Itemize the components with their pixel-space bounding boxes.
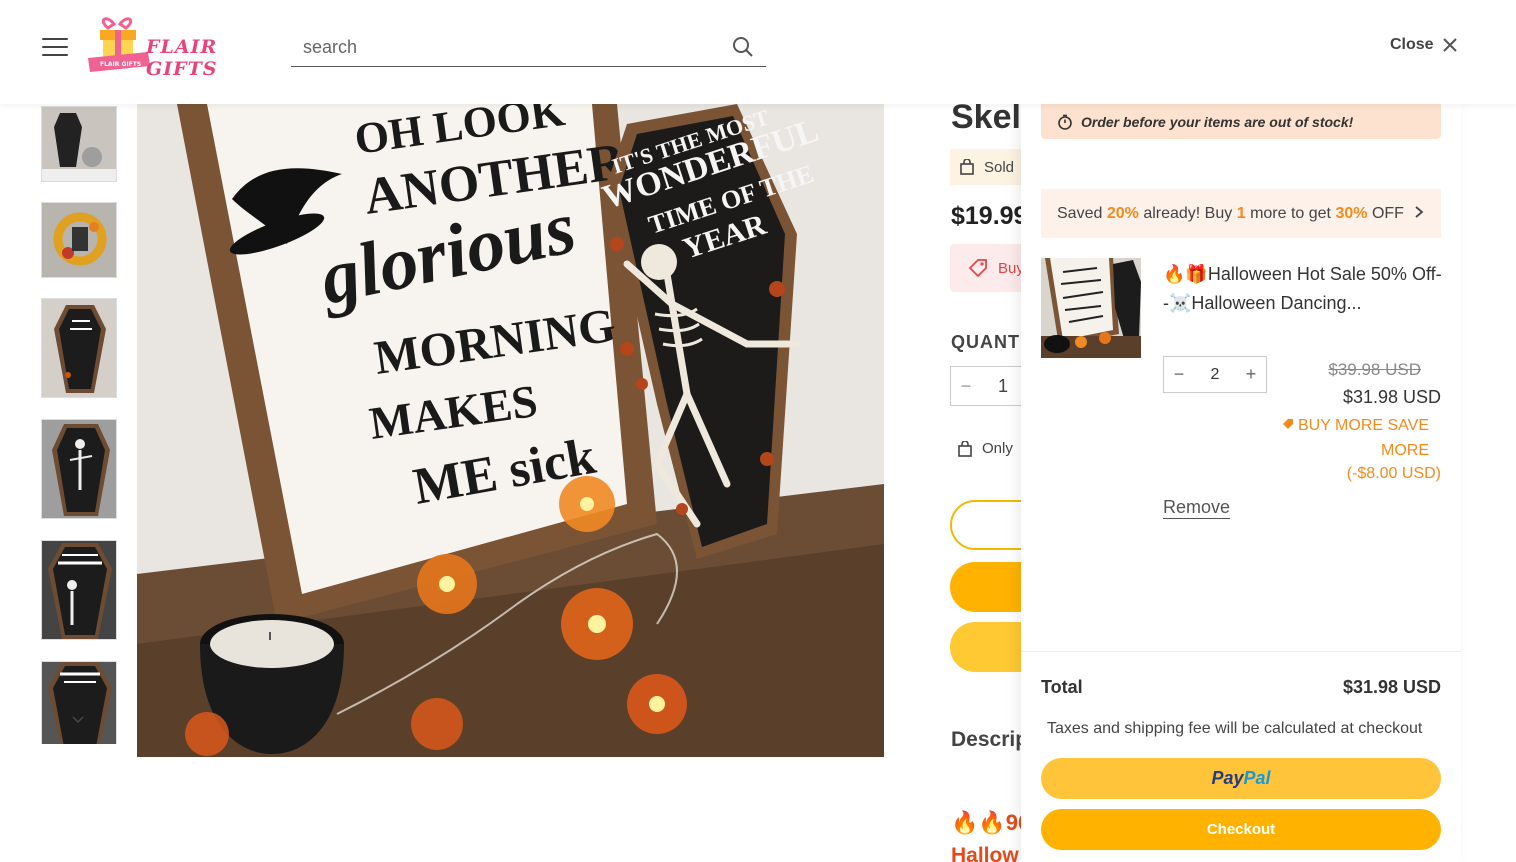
cart-quantity-decrease-button[interactable]: − xyxy=(1164,364,1194,385)
paypal-logo-part-2: Pal xyxy=(1243,768,1271,788)
cart-item-thumbnail xyxy=(1041,258,1141,358)
quantity-stepper: − 1 xyxy=(950,366,1030,406)
svg-text:FLAIR GIFTS: FLAIR GIFTS xyxy=(100,61,141,68)
close-icon xyxy=(1442,38,1457,52)
add-to-cart-button[interactable] xyxy=(950,500,1030,550)
cart-item-discount: (-$8.00 USD) xyxy=(1346,465,1441,482)
saved-suffix: OFF xyxy=(1371,204,1404,222)
chevron-down-icon[interactable] xyxy=(70,714,86,726)
thumbnail-4[interactable] xyxy=(41,419,117,519)
express-checkout-button[interactable] xyxy=(950,622,1030,672)
description-promo-line: 🔥🔥96 xyxy=(951,810,1030,835)
paypal-button[interactable]: Pay Pal xyxy=(1041,758,1441,799)
cart-drawer: Order before your items are out of stock… xyxy=(1021,104,1461,862)
thumbnail-1-image xyxy=(42,107,116,181)
cart-quantity-increase-button[interactable]: + xyxy=(1236,364,1266,385)
checkout-button[interactable]: Checkout xyxy=(1041,809,1441,850)
site-header: FLAIR GIFTS FLAIR GIFTS Close xyxy=(0,0,1516,104)
buy-more-badge: Buy xyxy=(950,244,1030,292)
only-label: Only xyxy=(982,440,1013,457)
cart-item-compare-price: $39.98 USD xyxy=(1328,360,1421,379)
product-info: Skel Sold $19.99 Buy QUANTI − 1 Only Des… xyxy=(950,104,1030,862)
quantity-decrease-button[interactable]: − xyxy=(951,376,981,397)
sold-badge: Sold xyxy=(950,149,1030,185)
cart-item-title[interactable]: 🔥🎁Halloween Hot Sale 50% Off--☠️Hallowee… xyxy=(1163,260,1443,318)
description-promo-line-2: Hallow xyxy=(951,844,1019,862)
cart-quantity-value[interactable]: 2 xyxy=(1194,366,1236,384)
stock-notice: Only xyxy=(958,440,1013,457)
thumbnail-4-image xyxy=(42,420,116,518)
cart-item-quantity-stepper: − 2 + xyxy=(1163,356,1267,393)
buy-badge-label: Buy xyxy=(998,259,1024,277)
tag-icon xyxy=(1282,419,1293,429)
saved-middle-2: more to get xyxy=(1250,204,1331,222)
cart-item-price: $31.98 USD xyxy=(1342,387,1441,407)
saved-middle: already! Buy xyxy=(1143,204,1233,222)
saved-count: 1 xyxy=(1236,204,1246,222)
main-product-image-graphic: OH LOOK ANOTHER glorious MORNING MAKES M… xyxy=(137,104,884,757)
thumbnail-6[interactable] xyxy=(41,661,117,744)
urgency-banner: Order before your items are out of stock… xyxy=(1041,104,1441,139)
thumbnail-6-image xyxy=(42,662,116,744)
paypal-logo-part-1: Pay xyxy=(1211,768,1244,788)
total-label: Total xyxy=(1041,677,1083,697)
thumbnail-5-image xyxy=(42,541,116,639)
saved-percent: 20% xyxy=(1106,204,1139,222)
description-heading: Descrip xyxy=(951,728,1029,751)
remove-item-link[interactable]: Remove xyxy=(1163,497,1231,519)
bag-icon xyxy=(958,440,972,457)
thumbnail-2[interactable] xyxy=(41,202,117,278)
product-price: $19.99 xyxy=(951,202,1028,230)
cart-item-promo-label: BUY MORE SAVE MORE xyxy=(1298,417,1429,459)
thumbnail-1[interactable] xyxy=(41,106,117,182)
product-title: Skel xyxy=(951,104,1021,136)
thumbnail-3[interactable] xyxy=(41,298,117,398)
urgency-text: Order before your items are out of stock… xyxy=(1081,113,1354,130)
clock-icon xyxy=(1058,114,1072,130)
volume-discount-bar[interactable]: Saved 20% already! Buy 1 more to get 30%… xyxy=(1041,189,1441,238)
saved-prefix: Saved xyxy=(1057,204,1103,222)
close-cart-button[interactable]: Close xyxy=(1390,36,1458,54)
cart-footer: Total $31.98 USD Taxes and shipping fee … xyxy=(1021,651,1461,862)
buy-now-button[interactable] xyxy=(950,562,1030,612)
menu-icon[interactable] xyxy=(42,38,68,58)
quantity-label: QUANTI xyxy=(951,332,1026,352)
search-input[interactable] xyxy=(303,34,703,60)
saved-next-percent: 30% xyxy=(1335,204,1368,222)
brand-logo[interactable]: FLAIR GIFTS FLAIR GIFTS xyxy=(86,14,278,80)
tag-icon xyxy=(968,259,987,278)
tax-note: Taxes and shipping fee will be calculate… xyxy=(1047,720,1423,737)
chevron-right-icon xyxy=(1415,206,1424,218)
thumbnail-5[interactable] xyxy=(41,540,117,640)
thumbnail-gallery xyxy=(40,104,118,744)
search-bar xyxy=(291,28,766,67)
thumbnail-2-image xyxy=(42,203,116,277)
cart-item-promo: BUY MORE SAVE MORE xyxy=(1279,413,1429,463)
main-product-image[interactable]: OH LOOK ANOTHER glorious MORNING MAKES M… xyxy=(137,104,884,757)
brand-name: FLAIR GIFTS xyxy=(146,36,218,80)
bag-icon xyxy=(960,159,974,175)
total-value: $31.98 USD xyxy=(1342,677,1441,697)
thumbnail-3-image xyxy=(42,299,116,397)
sold-label: Sold xyxy=(984,158,1015,176)
search-icon[interactable] xyxy=(732,36,754,58)
cart-item-image[interactable] xyxy=(1041,258,1141,358)
close-label: Close xyxy=(1390,36,1434,53)
quantity-value[interactable]: 1 xyxy=(981,376,1025,397)
